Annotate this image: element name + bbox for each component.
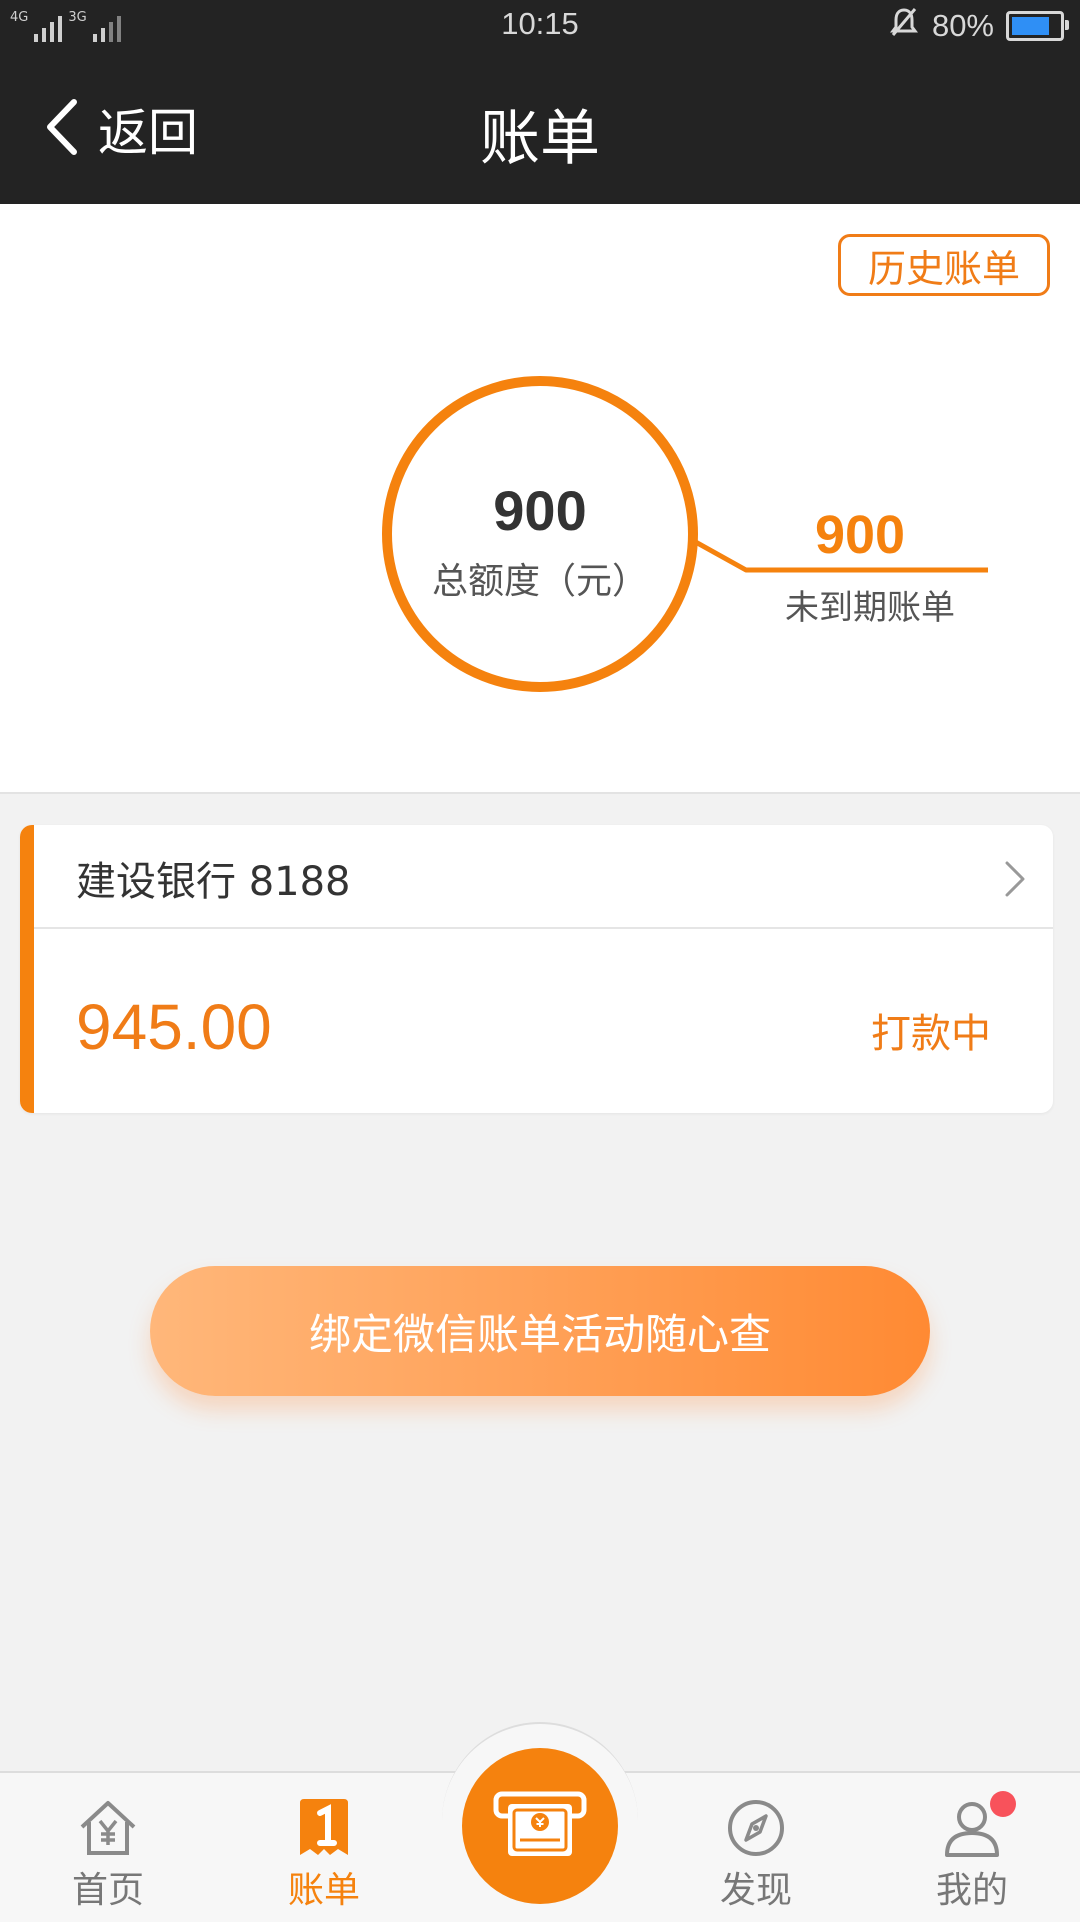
due-bill-amount: 900	[814, 505, 906, 565]
battery-icon	[1006, 11, 1069, 41]
tab-label: 发现	[719, 1870, 792, 1911]
bind-wechat-button[interactable]: 绑定微信账单活动随心查	[150, 1266, 930, 1396]
nav-bar: 返回 账单	[0, 54, 1080, 204]
due-bill-label: 未到期账单	[785, 588, 955, 628]
tab-profile[interactable]: 我的	[892, 1789, 1052, 1911]
tab-label: 首页	[71, 1870, 144, 1911]
withdraw-center-button[interactable]	[462, 1748, 618, 1904]
compass-icon	[725, 1797, 787, 1863]
total-credit-label: 总额度（元）	[431, 561, 648, 602]
bill-summary-panel: 历史账单 900 总额度（元） 900 未到期账单	[0, 204, 1080, 794]
notification-dot	[990, 1791, 1016, 1817]
home-yuan-icon	[76, 1797, 140, 1863]
bank-name: 建设银行 8188	[76, 859, 351, 905]
bill-card-header[interactable]: 建设银行 8188	[34, 825, 1053, 929]
total-credit-amount: 900	[493, 479, 587, 542]
total-credit-ring: 900 总额度（元）	[382, 376, 698, 692]
bill-amount: 945.00	[76, 991, 272, 1063]
tab-discover[interactable]: 发现	[676, 1789, 836, 1911]
chevron-right-icon	[1003, 859, 1027, 903]
tab-label: 账单	[287, 1870, 360, 1911]
tab-label: 我的	[935, 1870, 1008, 1911]
cash-withdraw-icon	[493, 1791, 587, 1856]
tab-home[interactable]: 首页	[28, 1789, 188, 1911]
status-bar: 4G 3G 10:15 80%	[0, 0, 1080, 54]
bill-icon	[296, 1797, 352, 1863]
history-bills-button[interactable]: 历史账单	[838, 234, 1050, 296]
battery-percent: 80%	[931, 8, 994, 43]
bill-card[interactable]: 建设银行 8188 945.00 打款中	[20, 825, 1053, 1113]
mute-icon	[888, 6, 920, 46]
tab-bills[interactable]: 账单	[244, 1789, 404, 1911]
bill-card-accent	[20, 825, 34, 1113]
status-right: 80%	[888, 6, 1069, 46]
page-title: 账单	[480, 104, 600, 174]
battery-level	[1012, 17, 1049, 35]
bill-status: 打款中	[871, 1011, 991, 1057]
